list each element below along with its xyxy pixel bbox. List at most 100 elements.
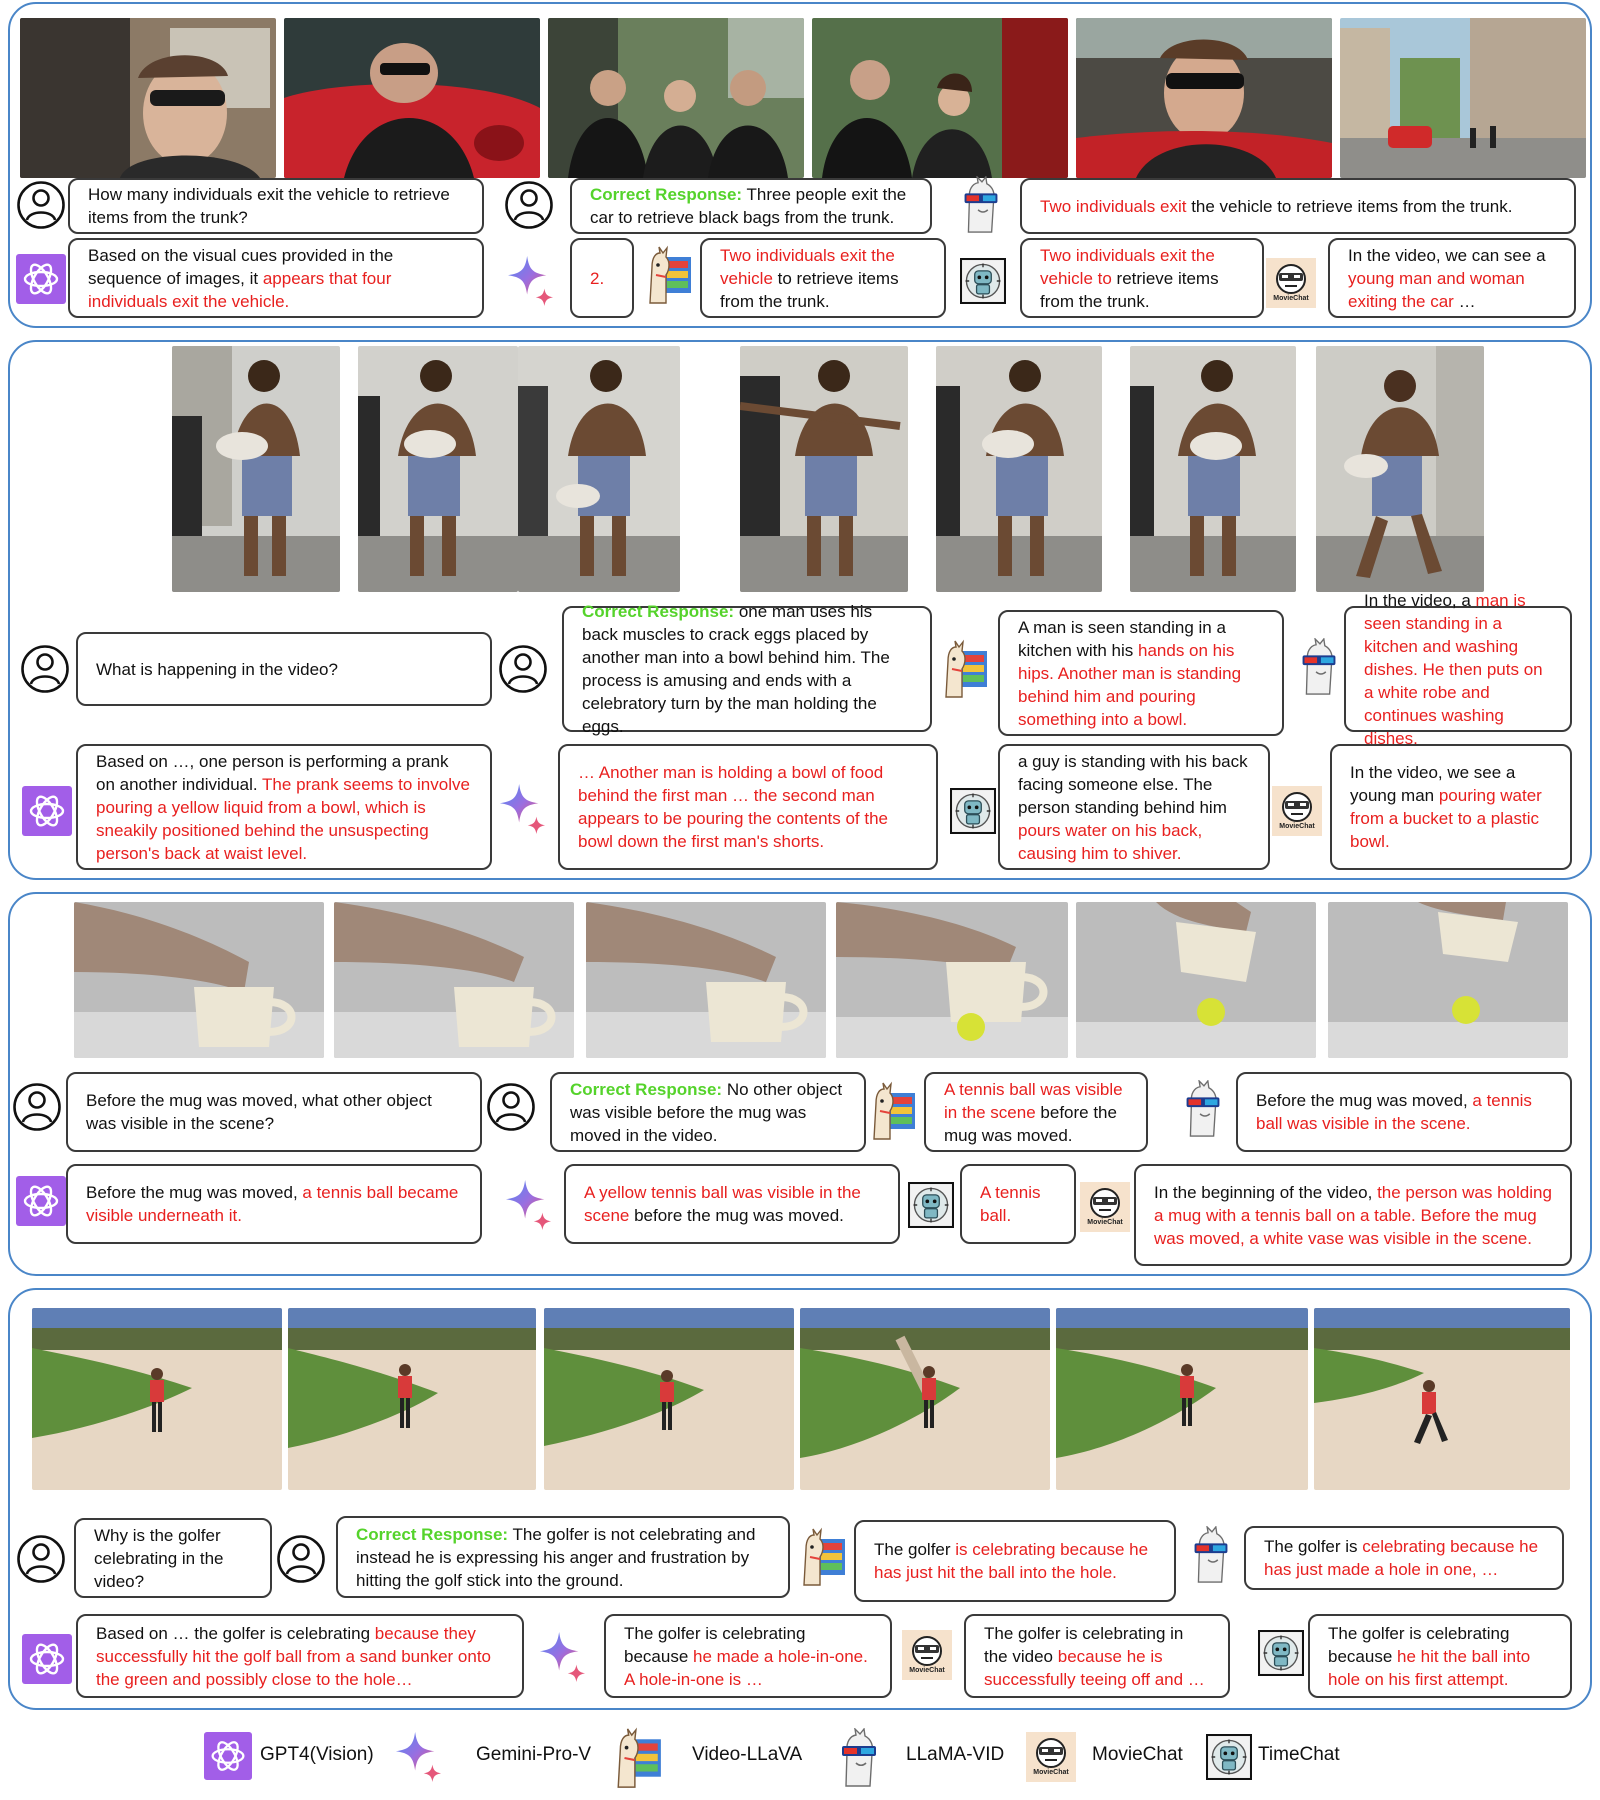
llama-vid-icon: [1294, 638, 1344, 696]
timechat-icon: [1206, 1734, 1252, 1780]
gemini-icon: [506, 252, 554, 310]
legend-gemini: Gemini-Pro-V: [476, 1744, 592, 1765]
video-frame: [1076, 902, 1316, 1058]
video-llava-icon: [612, 1726, 664, 1790]
gemini-icon: [504, 1176, 552, 1234]
video-frame: [288, 1308, 536, 1490]
correct-response-bubble: Correct Response: The golfer is not cele…: [336, 1516, 790, 1598]
moviechat-answer: In the video, we see a young man pouring…: [1330, 744, 1572, 870]
correct-response-bubble: Correct Response: one man uses his back …: [562, 602, 932, 736]
gpt4-answer: Before the mug was moved, a tennis ball …: [66, 1164, 482, 1244]
llama-vid-answer: In the video, a man is seen standing in …: [1344, 591, 1572, 748]
llama-vid-icon: [1178, 1080, 1228, 1138]
video-llava-answer: The golfer is celebrating because he has…: [854, 1520, 1176, 1602]
timechat-icon: [950, 788, 996, 834]
legend-llama-vid: LLaMA-VID: [906, 1744, 1005, 1765]
gpt4-answer: Based on the visual cues provided in the…: [68, 238, 484, 318]
llama-vid-answer: The golfer is celebrating because he has…: [1244, 1526, 1564, 1590]
question-bubble: Before the mug was moved, what other obj…: [66, 1072, 482, 1152]
llama-vid-icon: [834, 1728, 884, 1788]
timechat-icon: [1258, 1630, 1304, 1676]
llama-vid-answer: Before the mug was moved, a tennis ball …: [1236, 1072, 1572, 1152]
video-frame: [172, 346, 340, 592]
llama-vid-icon: [1186, 1526, 1236, 1584]
gpt4-icon: [22, 1634, 72, 1684]
legend-gpt4: GPT4(Vision): [260, 1744, 374, 1765]
user-icon: [20, 644, 70, 694]
video-llava-answer: A man is seen standing in a kitchen with…: [998, 610, 1284, 736]
user-icon: [486, 1082, 536, 1132]
video-frame: [800, 1308, 1050, 1490]
gemini-icon: [394, 1728, 442, 1786]
video-frame: [544, 1308, 794, 1490]
correct-response-bubble: Correct Response: No other object was vi…: [550, 1072, 866, 1152]
video-frame: [1056, 1308, 1308, 1490]
gpt4-answer: Based on …, one person is performing a p…: [76, 744, 492, 870]
moviechat-icon: MovieChat: [1272, 786, 1322, 836]
video-frame: [1316, 346, 1484, 592]
video-llava-icon: [940, 638, 990, 700]
example-panel-2: What is happening in the video? Correct …: [8, 340, 1592, 880]
timechat-icon: [908, 1182, 954, 1228]
timechat-answer: Two individuals exit the vehicle to retr…: [1020, 238, 1264, 318]
video-frame: [518, 346, 680, 592]
gemini-answer: 2.: [570, 238, 634, 318]
timechat-answer: A tennis ball.: [960, 1164, 1076, 1244]
moviechat-icon: MovieChat: [902, 1630, 952, 1680]
gpt4-icon: [204, 1732, 252, 1780]
user-icon: [16, 180, 66, 230]
video-llava-icon: [798, 1526, 848, 1588]
timechat-answer: a guy is standing with his back facing s…: [998, 744, 1270, 870]
legend-video-llava: Video-LLaVA: [692, 1744, 803, 1765]
moviechat-answer: The golfer is celebrating in the video b…: [964, 1614, 1230, 1698]
gemini-answer: The golfer is celebrating because he mad…: [604, 1614, 892, 1698]
video-llava-icon: [644, 244, 694, 306]
video-frame: [358, 346, 518, 592]
moviechat-icon: MovieChat: [1026, 1732, 1076, 1782]
example-panel-1: How many individuals exit the vehicle to…: [8, 2, 1592, 328]
moviechat-icon: MovieChat: [1266, 258, 1316, 308]
video-frame: [812, 18, 1068, 178]
user-icon: [12, 1082, 62, 1132]
moviechat-answer: In the video, we can see a young man and…: [1328, 238, 1576, 318]
legend-moviechat: MovieChat: [1092, 1744, 1183, 1765]
moviechat-answer: In the beginning of the video, the perso…: [1134, 1164, 1572, 1266]
video-llava-icon: [868, 1080, 918, 1142]
video-frame: [20, 18, 276, 178]
timechat-answer: The golfer is celebrating because he hit…: [1308, 1614, 1572, 1698]
video-llava-answer: A tennis ball was visible in the scene b…: [924, 1072, 1148, 1152]
timechat-icon: [960, 258, 1006, 304]
legend-timechat: TimeChat: [1258, 1744, 1340, 1765]
video-frame: [74, 902, 324, 1058]
video-frame: [1076, 18, 1332, 178]
video-frame: [836, 902, 1068, 1058]
video-llava-answer: Two individuals exit the vehicle to retr…: [700, 238, 946, 318]
user-icon: [16, 1534, 66, 1584]
legend: GPT4(Vision) Gemini-Pro-V Video-LLaVA LL…: [0, 1716, 1600, 1796]
question-bubble: How many individuals exit the vehicle to…: [68, 178, 484, 234]
video-frame: [740, 346, 908, 592]
gpt4-icon: [16, 1176, 66, 1226]
moviechat-icon: MovieChat: [1080, 1182, 1130, 1232]
user-icon: [276, 1534, 326, 1584]
gemini-answer: A yellow tennis ball was visible in the …: [564, 1164, 900, 1244]
video-frame: [548, 18, 804, 178]
video-frame: [32, 1308, 282, 1490]
video-frame: [586, 902, 826, 1058]
gemini-icon: [498, 780, 546, 838]
video-frame: [936, 346, 1102, 592]
example-panel-3: Before the mug was moved, what other obj…: [8, 892, 1592, 1276]
video-frame: [284, 18, 540, 178]
llama-vid-icon: [956, 176, 1006, 234]
llama-vid-answer: Two individuals exit the vehicle to retr…: [1020, 178, 1576, 234]
gpt4-icon: [22, 786, 72, 836]
video-frame: [1328, 902, 1568, 1058]
gemini-answer: … Another man is holding a bowl of food …: [558, 744, 938, 870]
video-frame: [1340, 18, 1586, 178]
video-frame: [1314, 1308, 1570, 1490]
question-bubble: What is happening in the video?: [76, 632, 492, 706]
user-icon: [498, 644, 548, 694]
question-bubble: Why is the golfer celebrating in the vid…: [74, 1518, 272, 1598]
correct-response-bubble: Correct Response: Three people exit the …: [570, 178, 932, 234]
user-icon: [504, 180, 554, 230]
